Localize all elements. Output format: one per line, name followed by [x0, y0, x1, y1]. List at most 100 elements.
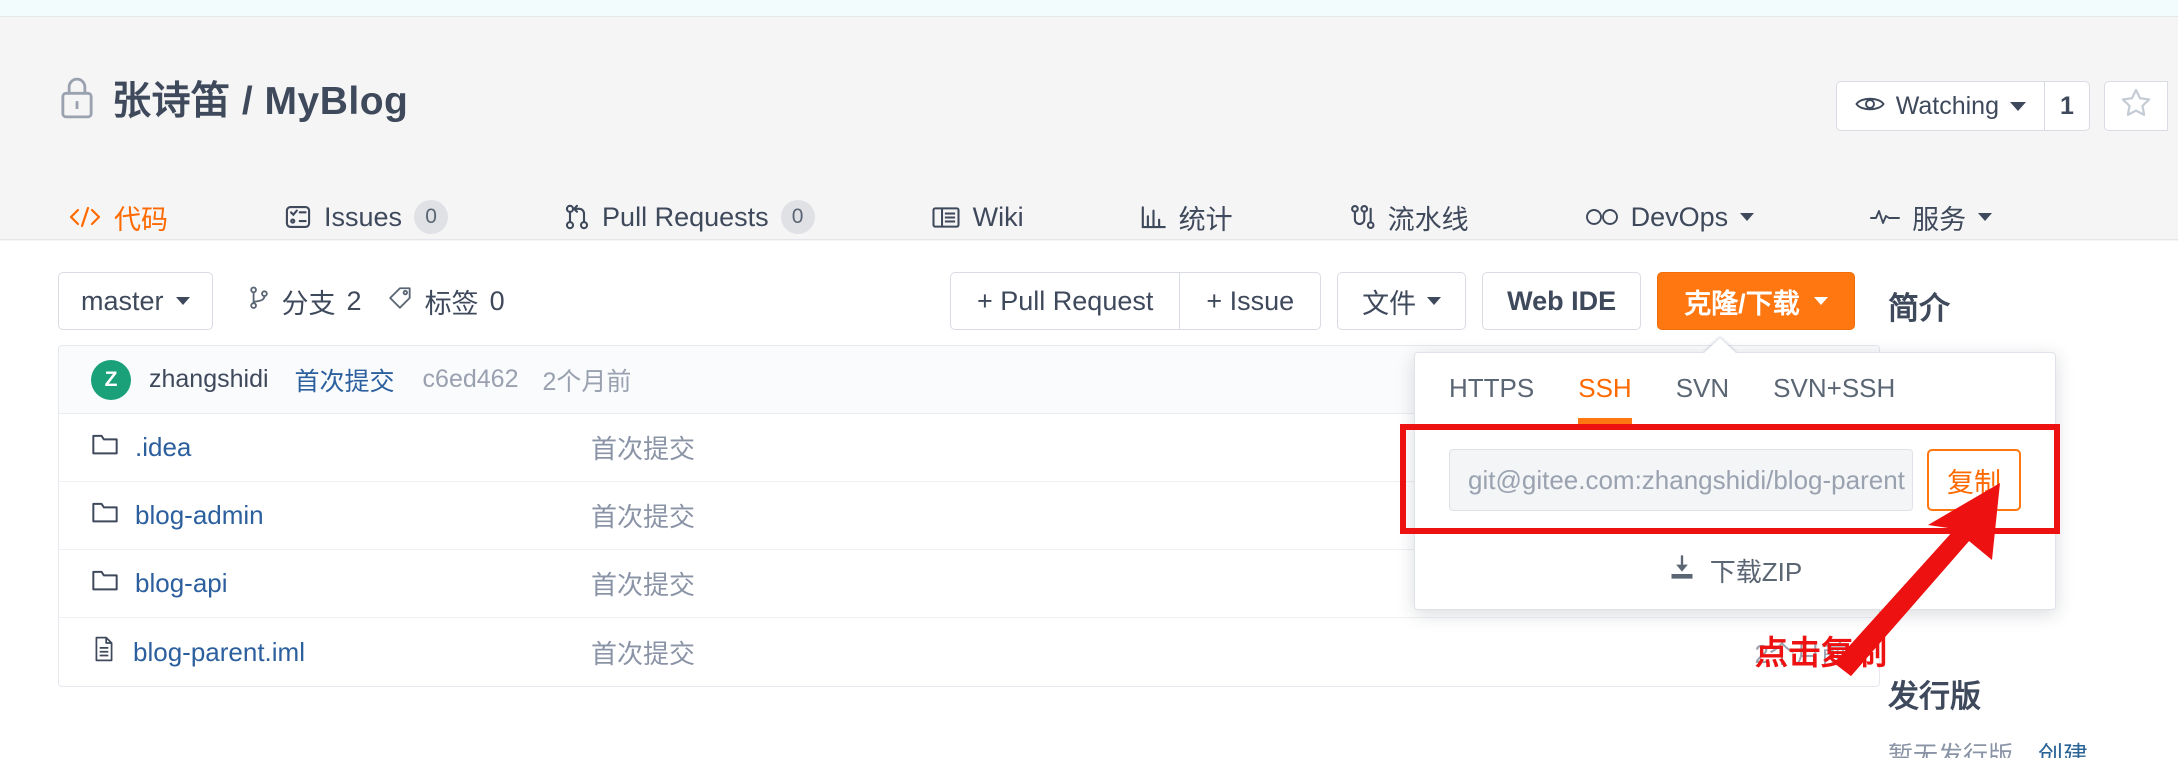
repo-name[interactable]: MyBlog	[265, 80, 409, 123]
repo-toolbar-right: + Pull Request + Issue 文件 Web IDE 克隆/下载	[950, 272, 1855, 330]
tab-https[interactable]: HTTPS	[1449, 352, 1534, 424]
active-tab-underline	[1578, 418, 1632, 424]
folder-icon	[91, 500, 119, 531]
issues-icon	[284, 203, 312, 231]
pipeline-icon	[1349, 203, 1376, 231]
download-icon	[1668, 553, 1696, 588]
files-dropdown-button[interactable]: 文件	[1337, 272, 1467, 330]
tab-service-label: 服务	[1912, 204, 1967, 235]
file-name-cell[interactable]: blog-api	[91, 568, 591, 599]
branch-icon	[247, 285, 271, 318]
chevron-down-icon	[175, 297, 190, 305]
file-name: .idea	[135, 432, 192, 462]
file-commit-message: 首次提交	[591, 434, 696, 464]
branches-link[interactable]: 分支 2	[247, 282, 362, 321]
service-icon	[1870, 207, 1901, 227]
commit-author[interactable]: zhangshidi	[149, 365, 269, 394]
table-row[interactable]: blog-parent.iml 首次提交 2个月前	[59, 618, 1879, 686]
releases-empty-state: 暂无发行版，创建	[1888, 736, 2088, 758]
copy-button[interactable]: 复制	[1927, 449, 2021, 511]
new-pull-request-button[interactable]: + Pull Request	[950, 272, 1181, 330]
repo-toolbar-left: master 分支 2 标签 0	[58, 272, 505, 330]
star-button[interactable]	[2104, 81, 2168, 131]
create-button-group: + Pull Request + Issue	[950, 272, 1322, 330]
clone-button-label: 克隆/下载	[1684, 288, 1800, 319]
branches-count: 2	[346, 285, 362, 316]
branch-selector[interactable]: master	[58, 272, 213, 330]
chevron-down-icon	[1813, 297, 1828, 305]
file-name-cell[interactable]: blog-admin	[91, 500, 591, 531]
file-name-cell[interactable]: .idea	[91, 432, 591, 463]
file-icon	[91, 636, 117, 669]
tab-svn-label: SVN	[1675, 372, 1730, 403]
repo-owner[interactable]: 张诗笛	[112, 80, 231, 123]
popover-arrow	[1703, 338, 1737, 354]
file-commit-message: 首次提交	[591, 638, 696, 669]
repo-title-row: 张诗笛 / MyBlog	[58, 70, 408, 126]
commit-message[interactable]: 首次提交	[295, 362, 395, 398]
code-icon	[68, 205, 102, 229]
title-separator: /	[241, 80, 254, 123]
create-release-link[interactable]: 创建	[2038, 742, 2088, 758]
repo-header: 张诗笛 / MyBlog Watching 1 代码 Issues 0 Pull…	[0, 18, 2178, 258]
tab-svn-ssh-label: SVN+SSH	[1773, 372, 1896, 403]
web-ide-button[interactable]: Web IDE	[1482, 272, 1642, 330]
file-commit-message: 首次提交	[591, 570, 696, 600]
branches-label: 分支	[281, 288, 336, 319]
tags-link[interactable]: 标签 0	[388, 282, 505, 321]
tag-icon	[388, 286, 414, 317]
top-strip	[0, 0, 2178, 17]
download-zip-button[interactable]: 下载ZIP	[1415, 531, 2055, 609]
tab-pipeline-label: 流水线	[1387, 204, 1469, 235]
eye-icon	[1855, 92, 1885, 121]
commit-time: 2个月前	[542, 367, 632, 396]
tab-https-label: HTTPS	[1449, 372, 1535, 403]
tab-wiki-label: Wiki	[972, 201, 1024, 232]
devops-icon	[1585, 207, 1619, 227]
annotation-label: 点击复制	[1755, 634, 1887, 671]
releases-section-title: 发行版	[1888, 679, 1981, 714]
tab-stats-label: 统计	[1178, 204, 1233, 235]
avatar[interactable]: Z	[91, 359, 131, 400]
clone-protocol-tabs: HTTPS SSH SVN SVN+SSH	[1415, 353, 2055, 425]
star-icon	[2121, 88, 2151, 124]
issues-count-badge: 0	[414, 200, 449, 234]
header-actions: Watching 1	[1835, 81, 2168, 131]
clone-download-button[interactable]: 克隆/下载	[1657, 272, 1855, 330]
watch-button[interactable]: Watching	[1835, 81, 2044, 131]
tab-ssh-label: SSH	[1578, 372, 1632, 403]
tab-ssh[interactable]: SSH	[1578, 352, 1632, 424]
file-name: blog-admin	[135, 500, 264, 530]
file-name: blog-parent.iml	[133, 636, 305, 667]
page-title: 张诗笛 / MyBlog	[112, 70, 408, 126]
watch-count[interactable]: 1	[2044, 81, 2090, 131]
stats-icon	[1140, 205, 1167, 230]
tab-code-label: 代码	[114, 204, 168, 235]
lock-icon	[58, 76, 96, 120]
tab-svn-ssh[interactable]: SVN+SSH	[1773, 352, 1895, 424]
tab-svn[interactable]: SVN	[1676, 352, 1729, 424]
wiki-icon	[931, 205, 961, 230]
new-issue-button[interactable]: + Issue	[1180, 272, 1322, 330]
pull-request-icon	[564, 203, 590, 231]
tab-issues-label: Issues	[324, 201, 403, 232]
file-name-cell[interactable]: blog-parent.iml	[91, 636, 591, 669]
repo-meta-links: 分支 2 标签 0	[247, 282, 505, 321]
chevron-down-icon	[1978, 213, 1993, 221]
pull-requests-count-badge: 0	[780, 200, 815, 234]
chevron-down-icon	[1427, 297, 1442, 305]
watch-label: Watching	[1895, 91, 1999, 120]
intro-section-title: 简介	[1888, 291, 1950, 326]
tags-label: 标签	[424, 288, 479, 319]
clone-url-row: git@gitee.com:zhangshidi/blog-parent 复制	[1415, 425, 2055, 531]
gitee-repo-page: 张诗笛 / MyBlog Watching 1 代码 Issues 0 Pull…	[0, 0, 2178, 758]
clone-url-input[interactable]: git@gitee.com:zhangshidi/blog-parent	[1449, 449, 1913, 511]
files-button-label: 文件	[1362, 288, 1417, 319]
download-zip-label: 下载ZIP	[1709, 557, 1803, 587]
branch-selector-label: master	[81, 285, 164, 316]
chevron-down-icon	[1740, 213, 1755, 221]
chevron-down-icon	[2010, 101, 2026, 111]
folder-icon	[91, 568, 119, 599]
commit-sha[interactable]: c6ed462	[423, 365, 519, 394]
tab-pull-requests-label: Pull Requests	[602, 201, 769, 232]
